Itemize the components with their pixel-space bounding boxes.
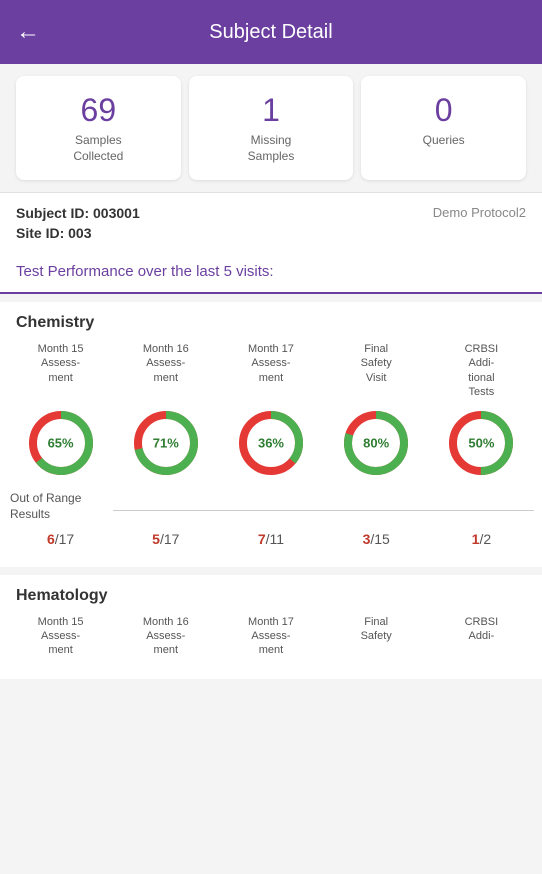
donut-4: 50% (445, 407, 517, 479)
hem-visit-col-1: Month 16Assess-ment (113, 615, 218, 667)
subject-id-label: Subject ID: (16, 205, 89, 221)
fraction-0-num: 6 (47, 531, 55, 547)
fraction-1: 5/17 (113, 531, 218, 547)
hem-visit-col-0: Month 15Assess-ment (8, 615, 113, 667)
donut-col-3: 80% (324, 407, 429, 479)
test-performance-title: Test Performance over the last 5 visits: (16, 263, 526, 280)
page-title: Subject Detail (209, 21, 332, 44)
visit-label-0: Month 15Assess-ment (12, 342, 109, 394)
hematology-visits-grid: Month 15Assess-ment Month 16Assess-ment … (0, 615, 542, 667)
hem-visit-label-1: Month 16Assess-ment (117, 615, 214, 667)
chemistry-visits-grid: Month 15Assess-ment Month 16Assess-ment … (0, 342, 542, 399)
fraction-2: 7/11 (218, 531, 323, 547)
hem-visit-label-3: FinalSafety (328, 615, 425, 667)
donut-0: 65% (25, 407, 97, 479)
hem-visit-label-4: CRBSIAddi- (433, 615, 530, 667)
oor-divider (113, 510, 534, 511)
visit-col-0: Month 15Assess-ment (8, 342, 113, 399)
visit-label-4: CRBSIAddi-tionalTests (433, 342, 530, 399)
donut-label-0: 65% (48, 436, 74, 451)
hem-visit-label-0: Month 15Assess-ment (12, 615, 109, 667)
donut-label-3: 80% (363, 436, 389, 451)
fractions-row: 6/17 5/17 7/11 3/15 1/2 (0, 523, 542, 555)
fraction-2-num: 7 (258, 531, 266, 547)
donut-2: 36% (235, 407, 307, 479)
back-button[interactable]: ← (16, 18, 40, 46)
missing-samples-number: 1 (197, 92, 346, 129)
fraction-4: 1/2 (429, 531, 534, 547)
hem-visit-col-3: FinalSafety (324, 615, 429, 667)
samples-collected-label: SamplesCollected (24, 133, 173, 164)
header: ← Subject Detail (0, 0, 542, 64)
test-performance-header: Test Performance over the last 5 visits: (0, 253, 542, 294)
hem-visit-col-4: CRBSIAddi- (429, 615, 534, 667)
samples-collected-number: 69 (24, 92, 173, 129)
donut-1: 71% (130, 407, 202, 479)
donut-label-4: 50% (468, 436, 494, 451)
chemistry-title: Chemistry (0, 314, 542, 342)
donut-col-0: 65% (8, 407, 113, 479)
donut-label-2: 36% (258, 436, 284, 451)
stat-card-missing-samples: 1 MissingSamples (189, 76, 354, 180)
stat-card-queries: 0 Queries (361, 76, 526, 180)
site-id-row: Site ID: 003 (16, 225, 140, 241)
fraction-2-den: /11 (266, 531, 284, 547)
hematology-title: Hematology (0, 587, 542, 615)
site-id-value: 003 (68, 225, 91, 241)
hem-visit-label-2: Month 17Assess-ment (222, 615, 319, 667)
fraction-1-num: 5 (152, 531, 160, 547)
missing-samples-label: MissingSamples (197, 133, 346, 164)
visit-label-3: FinalSafetyVisit (328, 342, 425, 394)
visit-col-3: FinalSafetyVisit (324, 342, 429, 399)
site-id-label: Site ID: (16, 225, 64, 241)
donut-col-4: 50% (429, 407, 534, 479)
stats-row: 69 SamplesCollected 1 MissingSamples 0 Q… (0, 64, 542, 192)
visit-col-4: CRBSIAddi-tionalTests (429, 342, 534, 399)
visit-label-2: Month 17Assess-ment (222, 342, 319, 394)
hem-visit-col-2: Month 17Assess-ment (218, 615, 323, 667)
subject-id-value: 003001 (93, 205, 140, 221)
out-of-range-label: Out of Range Results (8, 491, 113, 522)
queries-label: Queries (369, 133, 518, 149)
donut-col-1: 71% (113, 407, 218, 479)
queries-number: 0 (369, 92, 518, 129)
donut-3: 80% (340, 407, 412, 479)
fraction-3-den: /15 (370, 531, 389, 547)
fraction-0: 6/17 (8, 531, 113, 547)
donut-label-1: 71% (153, 436, 179, 451)
protocol-label: Demo Protocol2 (433, 205, 526, 220)
visit-col-1: Month 16Assess-ment (113, 342, 218, 399)
donut-col-2: 36% (218, 407, 323, 479)
chemistry-donuts-grid: 65% 71% 36% (0, 399, 542, 487)
out-of-range-row: Out of Range Results (0, 487, 542, 522)
hematology-section: Hematology Month 15Assess-ment Month 16A… (0, 575, 542, 679)
visit-col-2: Month 17Assess-ment (218, 342, 323, 399)
fraction-1-den: /17 (160, 531, 179, 547)
chemistry-section: Chemistry Month 15Assess-ment Month 16As… (0, 302, 542, 566)
fraction-3: 3/15 (324, 531, 429, 547)
visit-label-1: Month 16Assess-ment (117, 342, 214, 394)
stat-card-samples-collected: 69 SamplesCollected (16, 76, 181, 180)
subject-id-row: Subject ID: 003001 (16, 205, 140, 221)
fraction-4-den: /2 (479, 531, 491, 547)
fraction-0-den: /17 (55, 531, 74, 547)
subject-info: Subject ID: 003001 Site ID: 003 Demo Pro… (0, 192, 542, 253)
